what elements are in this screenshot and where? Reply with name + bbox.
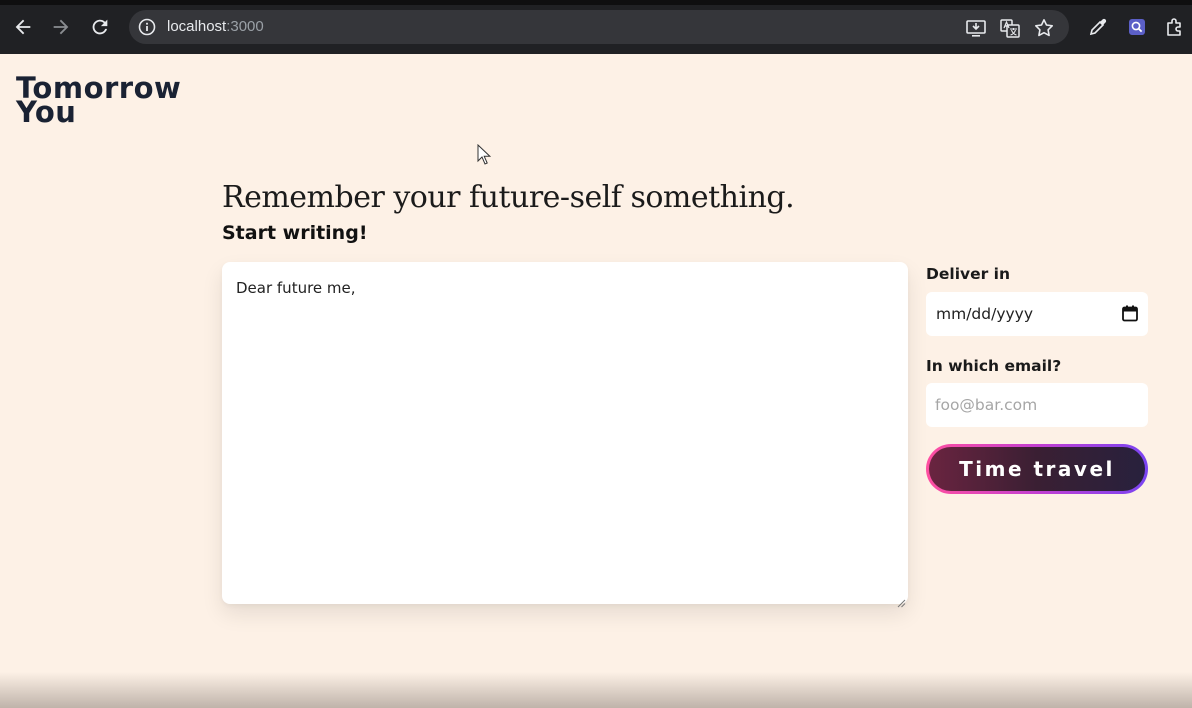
app-logo[interactable]: Tomorrow You [16,74,181,127]
tab-strip [0,0,1192,5]
site-info-icon[interactable] [137,17,157,37]
eyedropper-extension-icon[interactable] [1087,16,1109,38]
letter-text: Dear future me, [236,279,356,297]
delivery-date-input[interactable]: mm/dd/yyyy [926,292,1148,336]
mouse-cursor-icon [477,143,492,166]
deliver-label: Deliver in [926,265,1011,283]
time-travel-label: Time travel [929,447,1145,491]
reload-icon[interactable] [89,16,111,38]
bookmark-star-icon[interactable] [1033,17,1055,39]
url-text[interactable]: localhost:3000 [167,18,264,35]
email-input[interactable]: foo@bar.com [926,383,1148,427]
translate-icon[interactable] [999,17,1021,39]
extensions-puzzle-icon[interactable] [1164,16,1186,38]
letter-textarea[interactable]: Dear future me, [222,262,908,608]
bottom-edge-shadow [0,672,1192,708]
page-headline: Remember your future-self something. [222,180,795,215]
email-placeholder: foo@bar.com [935,396,1038,414]
url-host: localhost [167,18,227,35]
start-writing-heading: Start writing! [222,222,368,244]
url-port: :3000 [226,18,264,35]
back-icon[interactable] [12,16,34,38]
email-label: In which email? [926,357,1062,375]
resize-handle-icon[interactable] [897,593,906,608]
time-travel-button[interactable]: Time travel [926,444,1148,494]
install-app-icon[interactable] [965,17,987,39]
date-value: mm/dd/yyyy [936,305,1034,323]
search-extension-icon[interactable] [1126,16,1148,38]
address-bar[interactable]: localhost:3000 [129,10,1069,44]
calendar-icon[interactable] [1122,305,1138,322]
browser-toolbar: localhost:3000 [0,0,1192,54]
forward-icon[interactable] [50,16,72,38]
